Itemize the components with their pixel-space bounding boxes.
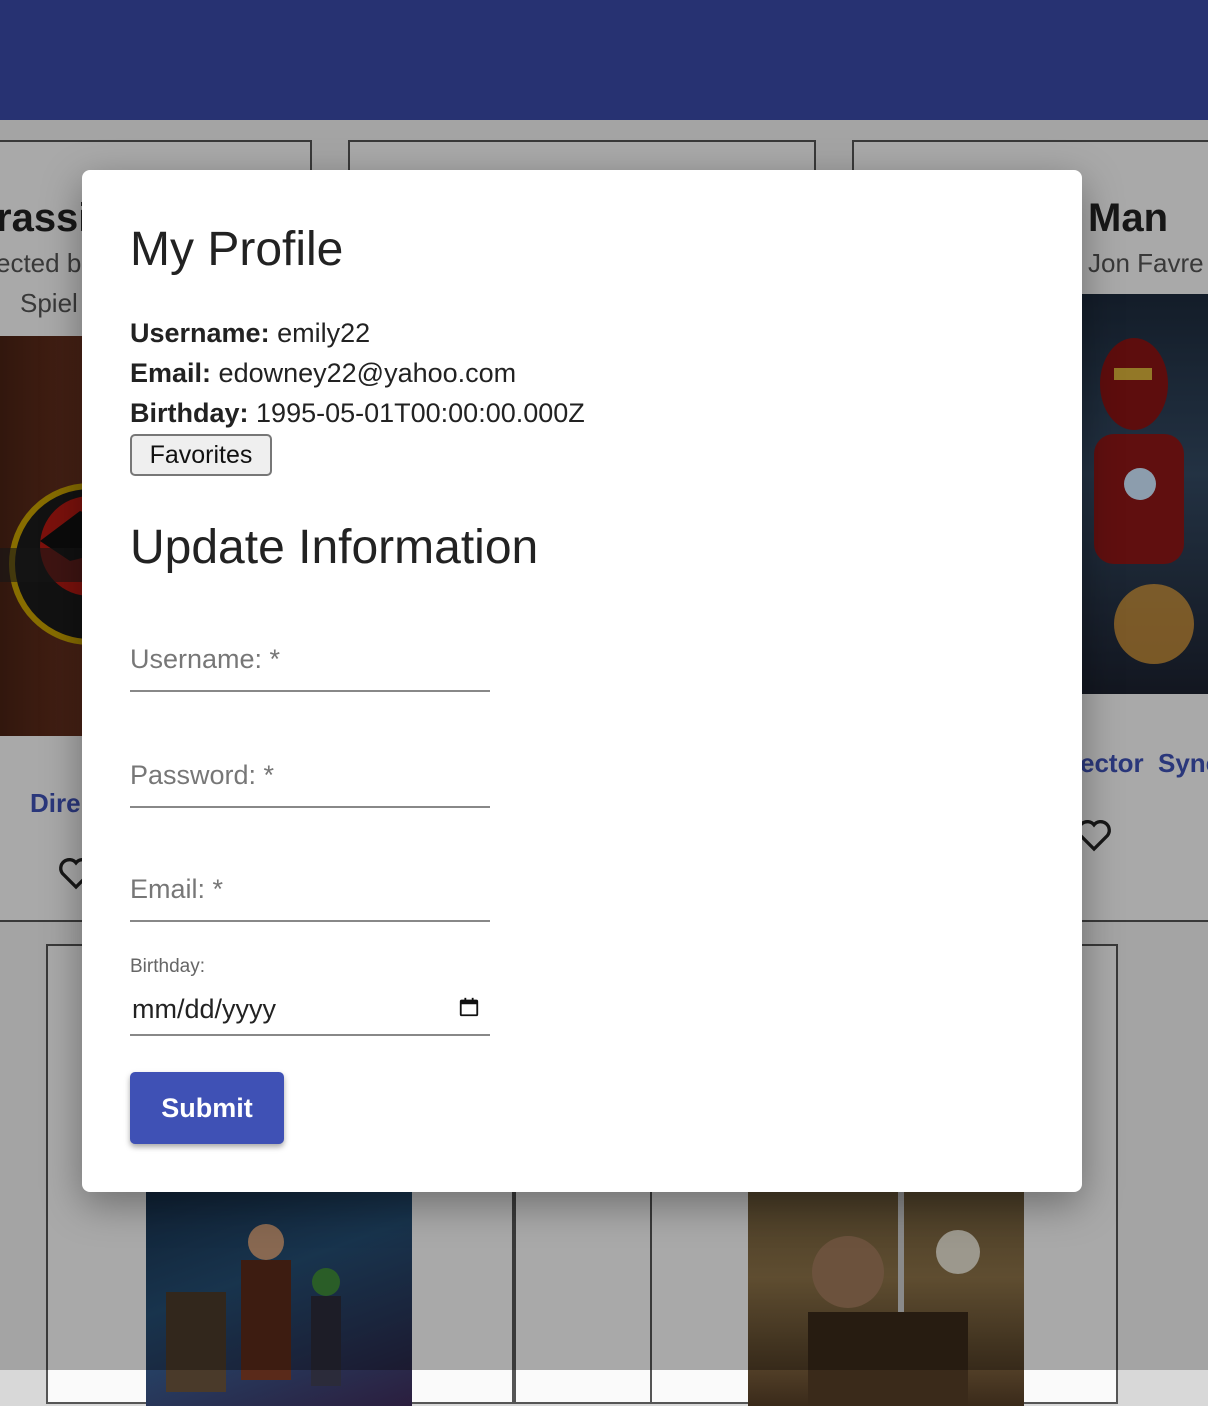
email-value: edowney22@yahoo.com [218,358,517,388]
birthday-input-label: Birthday: [130,956,205,977]
birthday-info: Birthday: 1995-05-01T00:00:00.000Z [130,398,585,429]
birthday-date-placeholder: mm/dd/yyyy [132,994,277,1024]
calendar-icon[interactable] [458,996,480,1018]
favorites-button[interactable]: Favorites [130,434,272,476]
birthday-label: Birthday: [130,398,249,428]
update-heading: Update Information [130,521,539,574]
profile-heading: My Profile [130,223,344,276]
email-label: Email: [130,358,212,388]
profile-modal: My Profile Username: emily22 Email: edow… [82,170,1082,1192]
username-label: Username: [130,318,270,348]
email-field[interactable]: Email: * [130,846,490,922]
birthday-date-input[interactable]: mm/dd/yyyy [130,986,490,1036]
username-value: emily22 [277,318,371,348]
birthday-value: 1995-05-01T00:00:00.000Z [256,398,585,428]
email-info: Email: edowney22@yahoo.com [130,358,516,389]
email-placeholder: Email: * [130,874,224,904]
username-placeholder: Username: * [130,644,281,674]
password-field[interactable]: Password: * [130,732,490,808]
password-placeholder: Password: * [130,760,275,790]
submit-button[interactable]: Submit [130,1072,284,1144]
username-info: Username: emily22 [130,318,370,349]
username-field[interactable]: Username: * [130,616,490,692]
